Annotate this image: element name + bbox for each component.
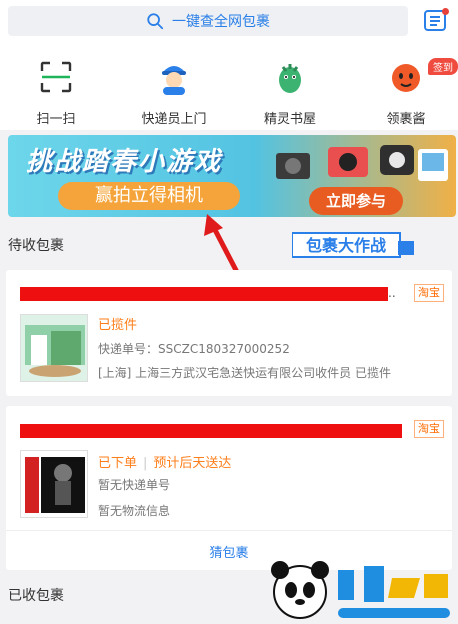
redacted-title (20, 424, 402, 438)
quicknav-bookhouse-label: 精灵书屋 (263, 112, 316, 127)
join-button[interactable]: 立即参与 (309, 187, 403, 215)
promo-banner[interactable]: 挑战踏春小游戏 赢拍立得相机 立即参与 (8, 135, 456, 217)
divider (6, 530, 452, 531)
title-ellipsis: .. (388, 286, 396, 300)
courier-icon (162, 66, 186, 95)
source-tag: 淘宝 (414, 284, 444, 302)
quicknav-courier[interactable]: 快递员上门 (124, 58, 224, 127)
package-card[interactable]: .. 淘宝 已揽件 快递单号：SSCZC180327000252 [上海] 上海… (6, 270, 452, 396)
unread-dot (442, 8, 449, 15)
site-watermark-logo (271, 561, 450, 619)
quick-nav: 扫一扫 快递员上门 精灵书屋 领裹酱 (0, 44, 458, 130)
search-label: 一键查全网包裹 (172, 14, 270, 30)
dinosaur-icon (279, 64, 301, 93)
top-bar: 一键查全网包裹 (0, 0, 458, 44)
package-battle-logo[interactable]: 包裹大作战 (292, 231, 416, 259)
signin-badge[interactable]: 签到 (428, 58, 458, 75)
package-status: 已下单 | 预计后天送达 (98, 456, 232, 471)
scan-icon (40, 61, 72, 93)
quicknav-scan-label: 扫一扫 (36, 112, 76, 127)
banner-subtitle: 赢拍立得相机 (58, 182, 240, 210)
banner-illustration (276, 145, 448, 181)
package-status: 已揽件 (98, 318, 138, 333)
tracking-number: 暂无快递单号 (98, 478, 171, 492)
logistics-info: 暂无物流信息 (98, 504, 171, 518)
package-card[interactable]: 淘宝 已下单 | 预计后天送达 暂无快递单号 暂无物流信息 猜包裹 (6, 406, 452, 570)
banner-title: 挑战踏春小游戏 (26, 147, 223, 177)
quicknav-mascot-label: 领裹酱 (386, 112, 426, 127)
search-bar[interactable]: 一键查全网包裹 (8, 6, 408, 36)
logistics-info: [上海] 上海三方武汉宅急送快运有限公司收件员 已揽件 (98, 366, 391, 380)
package-battle-logo-text: 包裹大作战 (306, 236, 386, 255)
tracking-number: 快递单号：SSCZC180327000252 (98, 342, 290, 356)
redacted-title (20, 287, 388, 301)
quicknav-scan[interactable]: 扫一扫 (6, 58, 106, 127)
product-thumbnail (20, 314, 88, 382)
search-icon (147, 13, 164, 30)
product-thumbnail (20, 450, 88, 518)
source-tag: 淘宝 (414, 420, 444, 438)
mascot-icon (392, 64, 420, 92)
quicknav-bookhouse[interactable]: 精灵书屋 (240, 58, 340, 127)
eta-text: 预计后天送达 (153, 456, 232, 471)
status-text: 已下单 (98, 456, 138, 471)
quicknav-courier-label: 快递员上门 (141, 112, 207, 127)
